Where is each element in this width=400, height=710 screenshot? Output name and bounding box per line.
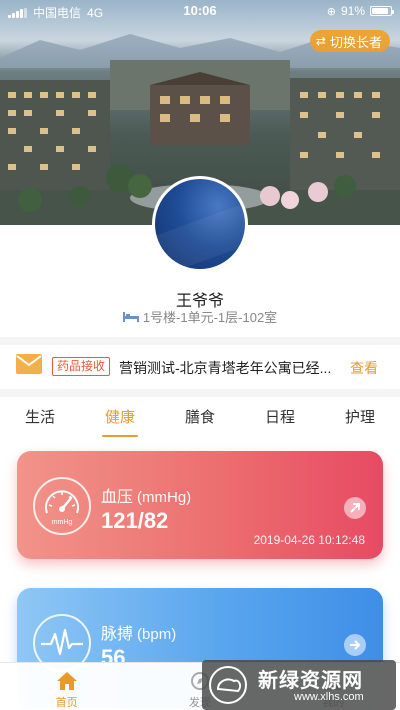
arrow-right-icon[interactable] [344, 634, 366, 656]
switch-elder-button[interactable]: ⇄ 切换长者 [309, 30, 390, 52]
notice-view-link[interactable]: 查看 [350, 358, 378, 378]
battery-percent: 91% [340, 4, 365, 18]
switch-elder-label: 切换长者 [329, 34, 382, 50]
divider [0, 389, 400, 397]
battery-icon [370, 6, 394, 16]
swap-icon: ⇄ [315, 34, 326, 48]
blood-pressure-time: 2019-04-26 10:12:48 [253, 533, 365, 547]
rotation-lock-icon: ⊕ [326, 5, 336, 18]
app-screen: ⇄ 切换长者 中国电信 4G 10:06 ⊕ 91% 王爷爷 1号楼-1单元-1… [0, 0, 400, 710]
mail-icon [16, 354, 42, 374]
svg-text:mmHg: mmHg [52, 519, 73, 526]
blood-pressure-value: 121/82 [101, 508, 169, 533]
elder-room: 1号楼-1单元-1层-102室 [0, 307, 400, 326]
divider [0, 337, 400, 345]
pulse-unit: (bpm) [137, 626, 177, 643]
home-icon [56, 672, 77, 690]
watermark-logo [209, 666, 247, 704]
notice-text: 营销测试-北京青塔老年公寓已经... [119, 360, 332, 376]
arrow-right-icon[interactable] [344, 497, 366, 519]
blood-pressure-title: 血压 (mmHg) [101, 483, 191, 507]
site-watermark: 新绿资源网 www.xlhs.com [202, 660, 396, 710]
tab-health[interactable]: 健康 [99, 397, 141, 441]
watermark-title: 新绿资源网 [258, 670, 363, 692]
pulse-title: 脉搏 (bpm) [101, 620, 176, 644]
tab-schedule[interactable]: 日程 [259, 397, 301, 441]
notice-tag: 药品接收 [52, 357, 111, 376]
nav-home[interactable]: 首页 [0, 663, 133, 710]
gauge-icon: mmHg [33, 477, 91, 535]
tab-meals[interactable]: 膳食 [179, 397, 221, 441]
blood-pressure-card[interactable]: mmHg 血压 (mmHg) 121/82 2019-04-26 10:12:48 [17, 451, 383, 559]
elder-avatar[interactable] [152, 176, 248, 272]
tab-care[interactable]: 护理 [339, 397, 381, 441]
status-bar: 中国电信 4G 10:06 ⊕ 91% [0, 0, 400, 22]
blood-pressure-label: 血压 [101, 489, 134, 506]
tab-life[interactable]: 生活 [19, 397, 61, 441]
category-tabs: 生活 健康 膳食 日程 护理 [0, 397, 400, 441]
watermark-url: www.xlhs.com [294, 691, 364, 703]
notice-bar[interactable]: 药品接收 营销测试-北京青塔老年公寓已经... 查看 [0, 345, 400, 389]
blood-pressure-unit: (mmHg) [137, 489, 192, 506]
pulse-label: 脉搏 [101, 626, 134, 643]
bed-icon [122, 311, 139, 322]
nav-home-label: 首页 [55, 697, 78, 709]
room-label: 1号楼-1单元-1层-102室 [142, 310, 278, 325]
